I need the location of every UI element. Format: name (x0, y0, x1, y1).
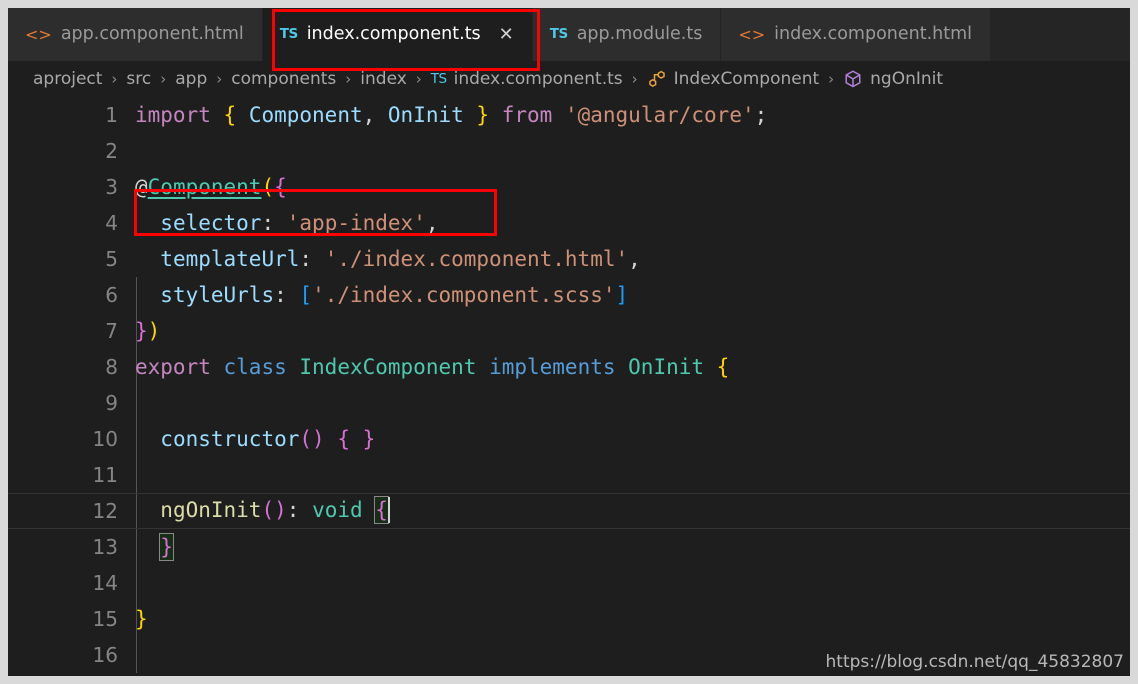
class-symbol-icon (647, 69, 667, 89)
breadcrumb-label: index (360, 68, 407, 89)
code-line[interactable]: 8 export class IndexComponent implements… (8, 349, 1130, 385)
line-number: 10 (92, 427, 118, 451)
code-line[interactable]: 3 @Component({ (8, 169, 1130, 205)
breadcrumb-item-aproject[interactable]: aproject (33, 68, 103, 89)
code-line[interactable]: 9 (8, 385, 1130, 421)
line-number: 1 (105, 103, 118, 127)
code-line[interactable]: 1 import { Component, OnInit } from '@an… (8, 97, 1130, 133)
tab-label: app.component.html (60, 23, 244, 44)
breadcrumb-separator-icon: › (415, 69, 422, 88)
html-angle-brackets-icon: <> (25, 24, 52, 44)
image-frame: <> app.component.html TS index.component… (0, 0, 1138, 684)
breadcrumb-item-index-component-ts[interactable]: TS index.component.ts (430, 68, 623, 89)
code-line[interactable]: 7 }) (8, 313, 1130, 349)
tab-bar-empty-space (991, 8, 1130, 61)
editor-tab-bar: <> app.component.html TS index.component… (8, 8, 1130, 61)
code-line-current[interactable]: 12 ngOnInit(): void { (8, 493, 1130, 529)
breadcrumb-item-src[interactable]: src (126, 68, 152, 89)
breadcrumb-separator-icon: › (345, 69, 352, 88)
line-number: 5 (105, 247, 118, 271)
breadcrumb-separator-icon: › (160, 69, 167, 88)
breadcrumb-item-components[interactable]: components (231, 68, 337, 89)
line-content[interactable]: styleUrls: ['./index.component.scss'] (118, 284, 628, 306)
typescript-icon: TS (279, 25, 298, 42)
method-symbol-icon (843, 69, 863, 89)
breadcrumb: aproject › src › app › components › inde… (8, 61, 1130, 97)
code-line[interactable]: 2 (8, 133, 1130, 169)
line-number: 14 (92, 571, 118, 595)
line-content[interactable]: templateUrl: './index.component.html', (118, 248, 640, 270)
line-content[interactable]: export class IndexComponent implements O… (118, 356, 729, 378)
line-number: 3 (105, 175, 118, 199)
typescript-icon: TS (549, 25, 568, 42)
code-line[interactable]: 13 } (8, 529, 1130, 565)
code-line[interactable]: 11 (8, 457, 1130, 493)
code-lines[interactable]: 1 import { Component, OnInit } from '@an… (8, 97, 1130, 676)
line-number: 7 (105, 319, 118, 343)
line-content[interactable]: } (118, 532, 174, 561)
breadcrumb-separator-icon: › (111, 69, 118, 88)
line-number: 16 (92, 643, 118, 667)
tab-index-component-html[interactable]: <> index.component.html (721, 8, 992, 61)
line-content[interactable]: ngOnInit(): void { (118, 496, 390, 524)
line-number: 12 (92, 499, 118, 523)
code-line[interactable]: 6 styleUrls: ['./index.component.scss'] (8, 277, 1130, 313)
tab-label: index.component.html (774, 23, 973, 44)
line-content[interactable]: selector: 'app-index', (118, 212, 438, 234)
breadcrumb-label: ngOnInit (870, 68, 944, 89)
tab-label: app.module.ts (576, 23, 703, 44)
vscode-editor-window: <> app.component.html TS index.component… (8, 8, 1130, 676)
breadcrumb-label: aproject (33, 68, 103, 89)
close-icon[interactable]: ✕ (499, 25, 514, 44)
code-line[interactable]: 5 templateUrl: './index.component.html', (8, 241, 1130, 277)
line-content[interactable]: }) (118, 320, 160, 342)
breadcrumb-separator-icon: › (216, 69, 223, 88)
tab-label: index.component.ts (306, 23, 481, 44)
breadcrumb-label: index.component.ts (453, 68, 623, 89)
breadcrumb-label: app (175, 68, 208, 89)
line-content[interactable]: @Component({ (118, 176, 287, 198)
breadcrumb-separator-icon: › (828, 69, 835, 88)
line-content[interactable]: constructor() { } (118, 428, 375, 450)
line-number: 6 (105, 283, 118, 307)
breadcrumb-label: components (231, 68, 337, 89)
code-line[interactable]: 14 (8, 565, 1130, 601)
breadcrumb-separator-icon: › (631, 69, 638, 88)
tab-index-component-ts[interactable]: TS index.component.ts ✕ (262, 8, 533, 61)
code-editor[interactable]: 1 import { Component, OnInit } from '@an… (8, 97, 1130, 676)
code-line[interactable]: 10 constructor() { } (8, 421, 1130, 457)
line-number: 11 (92, 463, 118, 487)
tab-app-module-ts[interactable]: TS app.module.ts (532, 8, 722, 61)
html-angle-brackets-icon: <> (738, 24, 766, 44)
breadcrumb-label: IndexComponent (673, 68, 820, 89)
line-number: 8 (105, 355, 118, 379)
tab-app-component-html[interactable]: <> app.component.html (8, 8, 263, 61)
breadcrumb-item-index-component-class[interactable]: IndexComponent (647, 68, 820, 89)
breadcrumb-item-app[interactable]: app (175, 68, 208, 89)
line-number: 9 (105, 391, 118, 415)
code-line[interactable]: 4 selector: 'app-index', (8, 205, 1130, 241)
breadcrumb-item-ngoninit-method[interactable]: ngOnInit (843, 69, 943, 89)
text-cursor (387, 497, 390, 523)
line-number: 15 (92, 607, 118, 631)
watermark-text: https://blog.csdn.net/qq_45832807 (825, 652, 1124, 672)
code-line[interactable]: 15 } (8, 601, 1130, 637)
breadcrumb-label: src (126, 68, 152, 89)
line-number: 13 (92, 535, 118, 559)
line-content[interactable]: } (118, 608, 148, 630)
line-number: 2 (105, 139, 118, 163)
breadcrumb-item-index[interactable]: index (360, 68, 407, 89)
line-number: 4 (105, 211, 118, 235)
line-content[interactable]: import { Component, OnInit } from '@angu… (118, 104, 767, 126)
typescript-icon: TS (430, 71, 447, 87)
